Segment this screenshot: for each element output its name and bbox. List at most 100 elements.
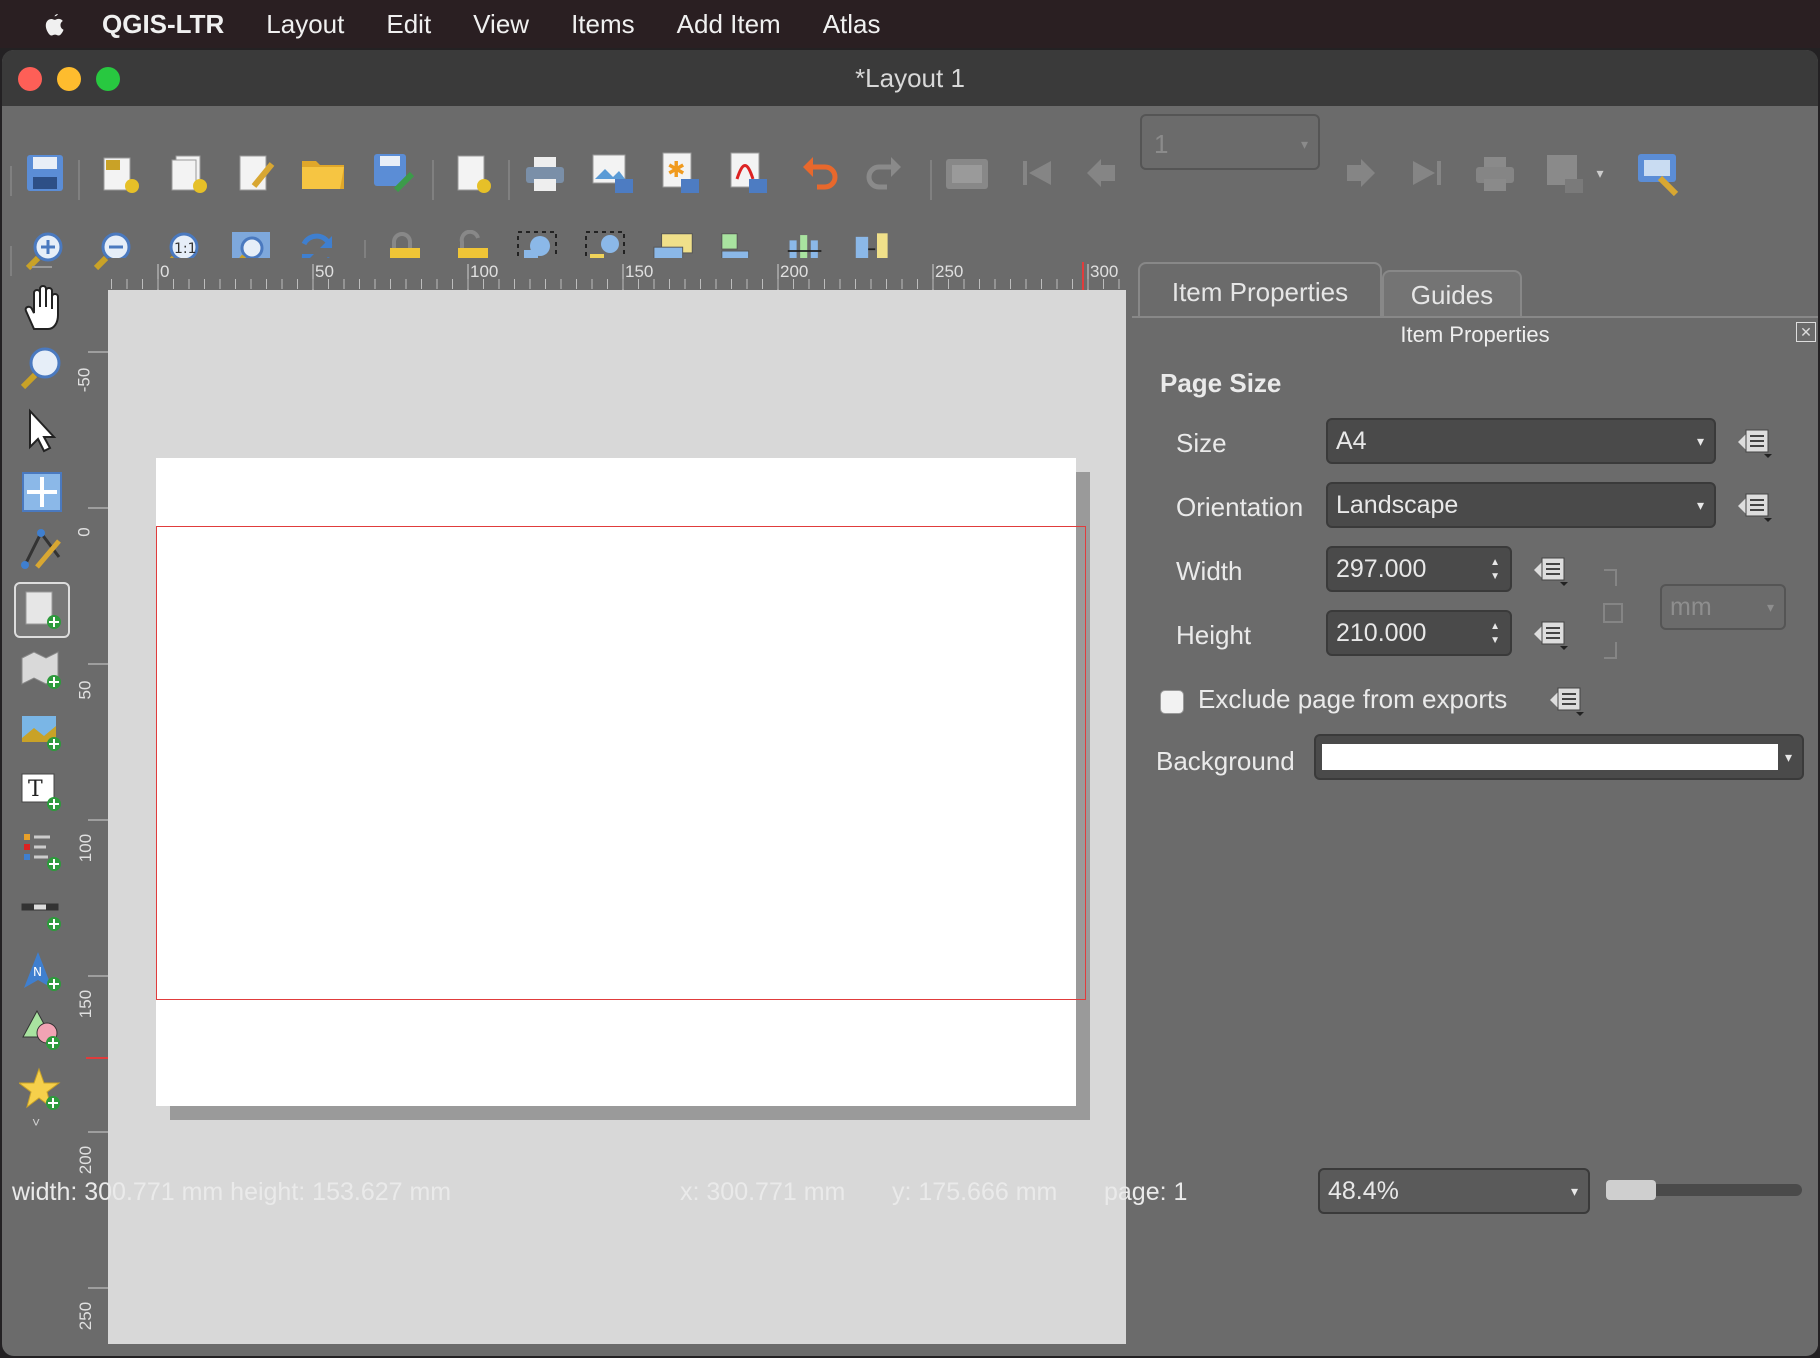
chevron-down-icon: ▾: [1696, 497, 1704, 513]
chevron-down-icon: ▾: [1784, 749, 1792, 765]
menu-view[interactable]: View: [473, 9, 529, 40]
toolbar-separator: [930, 160, 932, 200]
toolbar-separator: [508, 160, 510, 200]
ruler-label: 0: [74, 527, 94, 537]
exclude-page-checkbox[interactable]: [1160, 690, 1184, 714]
tab-guides[interactable]: Guides: [1382, 270, 1522, 316]
save-as-template-icon[interactable]: [370, 150, 416, 196]
zoom-slider-handle[interactable]: [1606, 1180, 1656, 1200]
data-defined-override-icon[interactable]: [1544, 680, 1588, 720]
duplicate-layout-icon[interactable]: [166, 150, 212, 196]
add-pages-icon[interactable]: [450, 150, 496, 196]
background-color-button[interactable]: ▾: [1314, 734, 1804, 780]
export-pdf-icon[interactable]: [724, 150, 770, 196]
menu-app-name[interactable]: QGIS-LTR: [102, 9, 224, 40]
apple-logo-icon[interactable]: [38, 9, 68, 39]
last-feature-icon[interactable]: [1404, 150, 1450, 196]
orientation-combo[interactable]: Landscape ▾: [1326, 482, 1716, 528]
chevron-down-icon[interactable]: ▾: [1588, 150, 1612, 196]
ruler-label: 0: [160, 262, 170, 281]
add-scalebar-icon[interactable]: [14, 884, 70, 940]
add-label-icon[interactable]: T: [14, 764, 70, 820]
menu-bar: QGIS-LTR Layout Edit View Items Add Item…: [0, 0, 1820, 48]
add-map-icon[interactable]: [14, 642, 70, 698]
ruler-label: 250: [76, 1301, 96, 1331]
ruler-label: 150: [76, 989, 96, 1019]
select-move-item-icon[interactable]: [14, 402, 70, 458]
tab-item-properties[interactable]: Item Properties: [1138, 262, 1382, 316]
data-defined-override-icon[interactable]: [1732, 486, 1776, 526]
export-svg-icon[interactable]: ✱: [656, 150, 702, 196]
ruler-label: 300: [1090, 262, 1119, 281]
svg-text:T: T: [28, 777, 43, 802]
print-icon[interactable]: [522, 150, 568, 196]
height-value: 210.000: [1336, 619, 1427, 647]
toolbox-more-icon[interactable]: ˅: [32, 1114, 40, 1130]
status-dimensions: width: 300.771 mm height: 153.627 mm: [12, 1178, 452, 1206]
spin-arrows-icon[interactable]: ▲ ▼: [1490, 620, 1500, 648]
tab-divider: [1132, 316, 1818, 318]
height-label: Height: [1176, 620, 1252, 650]
section-title: Page Size: [1160, 368, 1282, 398]
horizontal-ruler: 0 50 100 150 200 250 300: [108, 258, 1126, 290]
background-color-swatch: [1322, 744, 1778, 770]
unit-combo[interactable]: mm ▾: [1660, 584, 1786, 630]
undo-icon[interactable]: [796, 150, 842, 196]
zoom-combo[interactable]: 48.4% ▾: [1318, 1168, 1590, 1214]
lock-aspect-ratio-icon[interactable]: [1600, 566, 1626, 662]
toolbar-separator: [78, 160, 80, 200]
chevron-down-icon: ▾: [1766, 599, 1774, 615]
menu-add-item[interactable]: Add Item: [677, 9, 781, 40]
data-defined-override-icon[interactable]: [1528, 550, 1572, 590]
pan-layout-icon[interactable]: [14, 280, 70, 336]
toolbar-separator: [432, 160, 434, 200]
atlas-page-selector[interactable]: 1 ▾: [1140, 114, 1320, 170]
add-north-arrow-icon[interactable]: N: [14, 944, 70, 1000]
ruler-label: 150: [625, 262, 654, 281]
ruler-label: 50: [315, 262, 334, 281]
edit-nodes-icon[interactable]: [14, 522, 70, 578]
add-pages-tool-icon[interactable]: [14, 582, 70, 638]
selection-outline[interactable]: [156, 526, 1086, 1000]
layout-manager-icon[interactable]: [234, 150, 280, 196]
previous-feature-icon[interactable]: [1080, 150, 1126, 196]
menu-layout[interactable]: Layout: [266, 9, 344, 40]
status-page: page: 1: [1104, 1178, 1188, 1206]
ruler-label: 100: [470, 262, 499, 281]
add-shape-icon[interactable]: [14, 1002, 70, 1058]
export-image-icon[interactable]: [590, 150, 636, 196]
orientation-value: Landscape: [1336, 491, 1459, 519]
open-folder-icon[interactable]: [300, 150, 346, 196]
close-panel-icon[interactable]: ✕: [1796, 322, 1816, 342]
spin-arrows-icon[interactable]: ▲ ▼: [1490, 556, 1500, 584]
menu-atlas[interactable]: Atlas: [823, 9, 881, 40]
add-picture-icon[interactable]: [14, 704, 70, 760]
data-defined-override-icon[interactable]: [1732, 422, 1776, 462]
atlas-settings-icon[interactable]: [1636, 150, 1682, 196]
ruler-label: 200: [780, 262, 809, 281]
width-value: 297.000: [1336, 555, 1427, 583]
height-spinbox[interactable]: 210.000 ▲ ▼: [1326, 610, 1512, 656]
exclude-page-label: Exclude page from exports: [1198, 684, 1508, 714]
menu-items[interactable]: Items: [571, 9, 635, 40]
next-feature-icon[interactable]: [1336, 150, 1382, 196]
chevron-down-icon: ▾: [1300, 136, 1308, 152]
width-spinbox[interactable]: 297.000 ▲ ▼: [1326, 546, 1512, 592]
redo-icon[interactable]: [862, 150, 908, 196]
size-value: A4: [1336, 427, 1367, 455]
size-combo[interactable]: A4 ▾: [1326, 418, 1716, 464]
data-defined-override-icon[interactable]: [1528, 614, 1572, 654]
unit-value: mm: [1670, 593, 1712, 621]
menu-edit[interactable]: Edit: [386, 9, 431, 40]
zoom-tool-icon[interactable]: [14, 340, 70, 396]
atlas-preview-icon[interactable]: [944, 150, 990, 196]
add-legend-icon[interactable]: [14, 824, 70, 880]
first-feature-icon[interactable]: [1014, 150, 1060, 196]
new-layout-icon[interactable]: [98, 150, 144, 196]
save-icon[interactable]: [22, 150, 68, 196]
add-marker-icon[interactable]: [14, 1062, 70, 1118]
move-item-content-icon[interactable]: [14, 464, 70, 520]
print-atlas-icon[interactable]: [1472, 150, 1518, 196]
export-atlas-icon[interactable]: [1542, 150, 1588, 196]
chevron-down-icon: ▾: [1696, 433, 1704, 449]
